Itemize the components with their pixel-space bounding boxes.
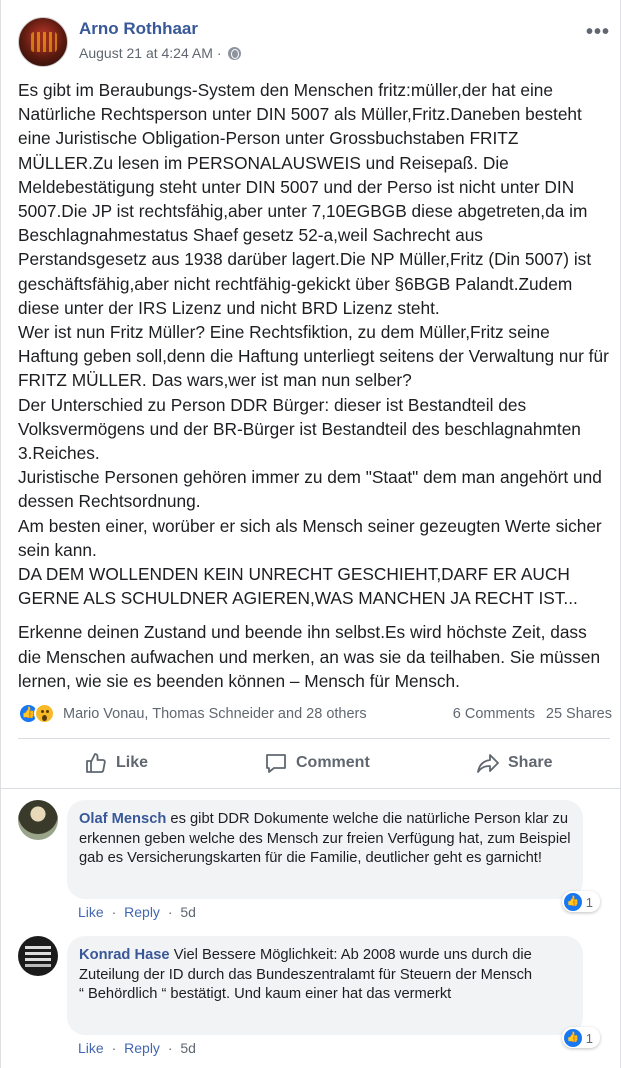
globe-icon[interactable] xyxy=(227,46,241,60)
post-date[interactable]: August 21 at 4:24 AM xyxy=(79,45,213,61)
post-actions: Like Comment Share xyxy=(18,740,610,786)
post-body: Es gibt im Beraubungs-System den Mensche… xyxy=(18,78,610,693)
comment-bubble: Olaf Mensch es gibt DDR Dokumente welche… xyxy=(67,800,583,899)
comment-button[interactable]: Comment xyxy=(264,740,621,786)
comment-separator: · xyxy=(111,904,117,920)
like-reaction-icon: 👍 xyxy=(563,1029,582,1047)
comment-author[interactable]: Konrad Hase xyxy=(79,947,174,963)
comment-reaction-badge[interactable]: 👍 1 xyxy=(561,891,600,912)
divider xyxy=(1,788,621,789)
shares-count[interactable]: 25 Shares xyxy=(546,706,612,722)
avatar[interactable] xyxy=(18,800,58,840)
comment-author[interactable]: Olaf Mensch xyxy=(79,811,170,827)
comment-like-link[interactable]: Like xyxy=(78,904,104,920)
comment-links: Like · Reply · 5d xyxy=(78,1040,196,1056)
comment-reply-link[interactable]: Reply xyxy=(124,904,160,920)
author-name[interactable]: Arno Rothhaar xyxy=(79,19,198,39)
post-meta: August 21 at 4:24 AM · xyxy=(79,45,241,61)
comment-reaction-count: 1 xyxy=(585,1030,593,1046)
comment-separator: · xyxy=(167,904,173,920)
post-text-paragraph-1: Es gibt im Beraubungs-System den Mensche… xyxy=(18,80,609,609)
comment-reaction-count: 1 xyxy=(585,894,593,910)
more-icon[interactable]: ••• xyxy=(586,21,610,44)
like-label: Like xyxy=(116,754,149,771)
meta-separator: · xyxy=(216,45,222,61)
comment-separator: · xyxy=(167,1040,173,1056)
like-button[interactable]: Like xyxy=(84,740,148,786)
reaction-names[interactable]: Mario Vonau, Thomas Schneider and 28 oth… xyxy=(63,706,367,722)
comment-reaction-badge[interactable]: 👍 1 xyxy=(561,1027,600,1048)
comment-reply-link[interactable]: Reply xyxy=(124,1040,160,1056)
comment-time[interactable]: 5d xyxy=(180,1040,196,1056)
comment-bubble: Konrad Hase Viel Bessere Möglichkeit: Ab… xyxy=(67,936,583,1035)
share-label: Share xyxy=(508,754,553,771)
comment-separator: · xyxy=(111,1040,117,1056)
reactions-bar: 👍 Mario Vonau, Thomas Schneider and 28 o… xyxy=(18,700,612,728)
post-header: Arno Rothhaar August 21 at 4:24 AM · ••• xyxy=(18,17,610,69)
divider xyxy=(18,738,610,739)
comments-count[interactable]: 6 Comments xyxy=(453,706,535,722)
post-text-paragraph-2: Erkenne deinen Zustand und beende ihn se… xyxy=(18,622,601,691)
comment-icon xyxy=(266,754,286,773)
comment-time[interactable]: 5d xyxy=(180,904,196,920)
share-button[interactable]: Share xyxy=(476,740,552,786)
comment-like-link[interactable]: Like xyxy=(78,1040,104,1056)
share-arrow-icon xyxy=(477,754,499,773)
wow-reaction-icon xyxy=(34,703,55,724)
comment-links: Like · Reply · 5d xyxy=(78,904,196,920)
like-reaction-icon: 👍 xyxy=(563,893,582,911)
thumbs-up-icon xyxy=(86,753,106,773)
post-card: Arno Rothhaar August 21 at 4:24 AM · •••… xyxy=(0,0,621,1068)
avatar[interactable] xyxy=(18,936,58,976)
reaction-icons[interactable]: 👍 xyxy=(18,703,58,725)
author-avatar[interactable] xyxy=(18,17,68,67)
comment-label: Comment xyxy=(296,754,370,771)
